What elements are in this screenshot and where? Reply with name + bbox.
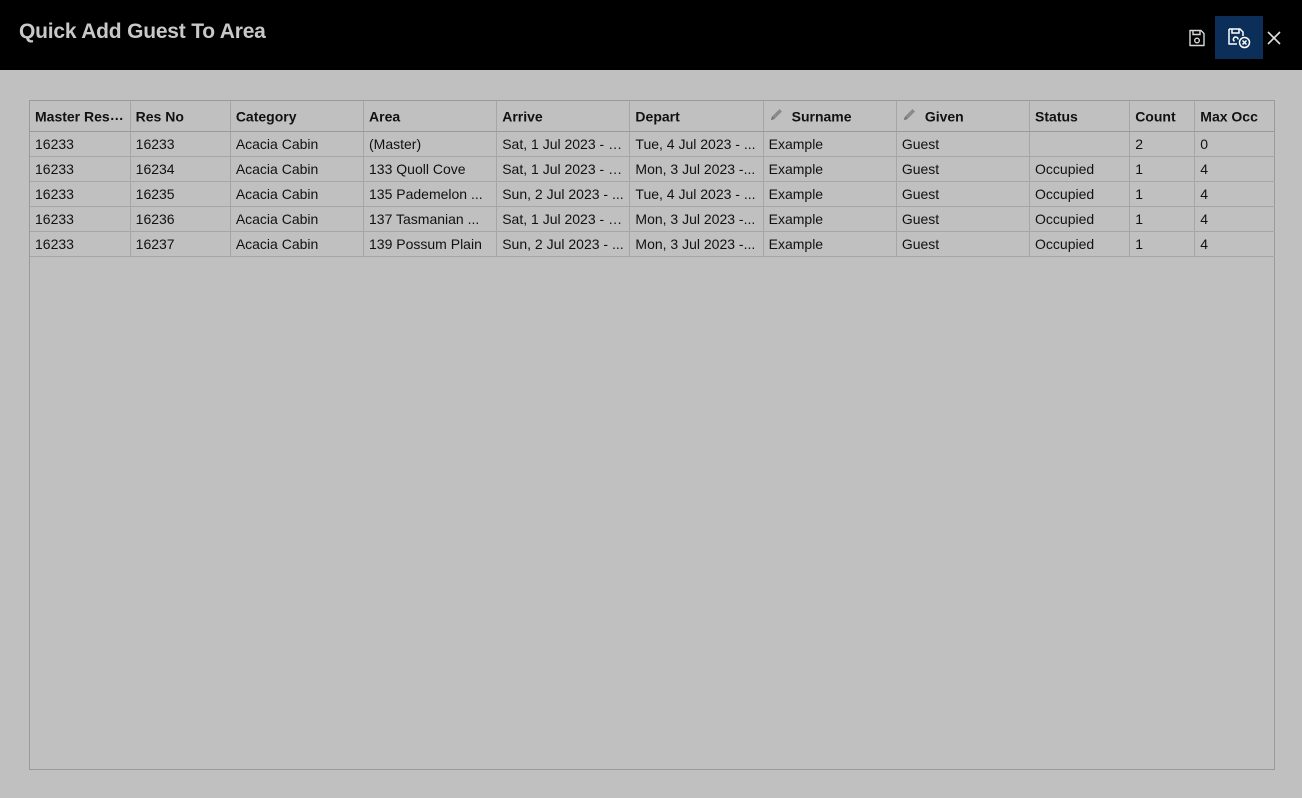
table-cell-surname[interactable]: Example xyxy=(763,131,897,157)
table-header-row: Master Res ... Res No Category Area Arrive De… xyxy=(30,101,1275,132)
table-cell-given[interactable]: Guest xyxy=(896,206,1031,232)
column-header-surname[interactable]: Surname xyxy=(763,101,897,132)
table-cell-master-res: 16233 xyxy=(30,206,131,232)
table-cell-res-no: 16236 xyxy=(130,206,231,232)
column-header-master-res[interactable]: Master Res ... xyxy=(30,101,131,132)
pencil-icon xyxy=(903,109,915,121)
table-cell-res-no: 16234 xyxy=(130,156,231,182)
column-header-res-no[interactable]: Res No xyxy=(130,101,231,132)
table-cell-arrive: Sat, 1 Jul 2023 - 2... xyxy=(496,156,631,182)
table-cell-given[interactable]: Guest xyxy=(896,181,1031,207)
save-button[interactable] xyxy=(1175,16,1219,59)
table-cell-area: (Master) xyxy=(363,131,498,157)
table-row[interactable]: 16233 16237 Acacia Cabin 139 Possum Plain Su… xyxy=(30,231,1275,257)
column-header-depart[interactable]: Depart xyxy=(629,101,764,132)
table-cell-arrive: Sun, 2 Jul 2023 - ... xyxy=(496,181,631,207)
table-cell-surname[interactable]: Example xyxy=(763,181,897,207)
table-cell-status: Occupied xyxy=(1029,156,1131,182)
table-cell-depart: Tue, 4 Jul 2023 - ... xyxy=(629,131,764,157)
table-cell-count: 1 xyxy=(1129,206,1196,232)
table-cell-depart: Mon, 3 Jul 2023 -... xyxy=(629,156,764,182)
table-row[interactable]: 16233 16234 Acacia Cabin 133 Quoll Cove Sat,… xyxy=(30,156,1275,182)
table-cell-master-res: 16233 xyxy=(30,131,131,157)
table-cell-category: Acacia Cabin xyxy=(230,156,365,182)
table-cell-area: 135 Pademelon ... xyxy=(363,181,498,207)
column-header-max-occ[interactable]: Max Occ xyxy=(1194,101,1275,132)
column-header-label: Surname xyxy=(791,108,852,125)
table-cell-max-occ: 0 xyxy=(1194,131,1275,157)
table-cell-master-res: 16233 xyxy=(30,181,131,207)
close-button[interactable] xyxy=(1262,16,1286,59)
column-header-label: Area xyxy=(369,108,401,125)
table-cell-area: 139 Possum Plain xyxy=(363,231,498,257)
table-cell-master-res: 16233 xyxy=(30,156,131,182)
table-cell-count: 1 xyxy=(1129,181,1196,207)
table-cell-max-occ: 4 xyxy=(1194,156,1275,182)
table-cell-area: 137 Tasmanian ... xyxy=(363,206,498,232)
table-cell-res-no: 16237 xyxy=(130,231,231,257)
save-close-icon xyxy=(1228,27,1251,48)
table-cell-arrive: Sun, 2 Jul 2023 - ... xyxy=(496,231,631,257)
table-cell-status xyxy=(1029,131,1131,157)
table-cell-max-occ: 4 xyxy=(1194,181,1275,207)
table-cell-surname[interactable]: Example xyxy=(763,156,897,182)
table-row[interactable]: 16233 16235 Acacia Cabin 135 Pademelon ... S… xyxy=(30,181,1275,207)
table-cell-count: 1 xyxy=(1129,156,1196,182)
table-row[interactable]: 16233 16233 Acacia Cabin (Master) Sat, 1 Jul… xyxy=(30,131,1275,157)
table-cell-surname[interactable]: Example xyxy=(763,231,897,257)
column-header-label: Arrive xyxy=(502,108,543,125)
table-cell-res-no: 16235 xyxy=(130,181,231,207)
save-and-close-button[interactable] xyxy=(1215,16,1263,59)
table-cell-status: Occupied xyxy=(1029,181,1131,207)
column-header-label: Master Res ... xyxy=(35,108,126,125)
column-header-count[interactable]: Count xyxy=(1129,101,1196,132)
guest-area-grid: Master Res ... Res No Category Area Arrive De… xyxy=(29,100,1275,770)
table-cell-category: Acacia Cabin xyxy=(230,206,365,232)
title-bar: Quick Add Guest To Area xyxy=(0,0,1302,70)
save-icon xyxy=(1189,29,1205,46)
column-header-area[interactable]: Area xyxy=(363,101,498,132)
table-cell-category: Acacia Cabin xyxy=(230,231,365,257)
table-cell-given[interactable]: Guest xyxy=(896,231,1031,257)
column-header-label: Depart xyxy=(635,108,680,125)
table-cell-given[interactable]: Guest xyxy=(896,131,1031,157)
table-cell-depart: Mon, 3 Jul 2023 -... xyxy=(629,231,764,257)
column-header-arrive[interactable]: Arrive xyxy=(496,101,631,132)
table-cell-area: 133 Quoll Cove xyxy=(363,156,498,182)
table-cell-category: Acacia Cabin xyxy=(230,131,365,157)
table-cell-arrive: Sat, 1 Jul 2023 - 2... xyxy=(496,206,631,232)
close-icon xyxy=(1267,30,1281,45)
column-header-given[interactable]: Given xyxy=(896,101,1031,132)
column-header-label: Status xyxy=(1035,108,1078,125)
table-cell-given[interactable]: Guest xyxy=(896,156,1031,182)
column-header-status[interactable]: Status xyxy=(1029,101,1131,132)
table-cell-master-res: 16233 xyxy=(30,231,131,257)
guest-table: Master Res ... Res No Category Area Arrive De… xyxy=(30,101,1275,257)
table-cell-count: 2 xyxy=(1129,131,1196,157)
column-header-label: Max Occ xyxy=(1200,108,1258,125)
table-cell-depart: Tue, 4 Jul 2023 - ... xyxy=(629,181,764,207)
table-cell-status: Occupied xyxy=(1029,206,1131,232)
column-header-label: Given xyxy=(924,108,964,125)
column-header-label: Category xyxy=(235,108,297,125)
window-title: Quick Add Guest To Area xyxy=(19,20,266,43)
column-header-category[interactable]: Category xyxy=(230,101,365,132)
column-header-label: Res No xyxy=(135,108,184,125)
column-header-label: Count xyxy=(1135,108,1176,125)
table-cell-res-no: 16233 xyxy=(130,131,231,157)
table-cell-status: Occupied xyxy=(1029,231,1131,257)
table-cell-depart: Mon, 3 Jul 2023 -... xyxy=(629,206,764,232)
table-cell-count: 1 xyxy=(1129,231,1196,257)
table-row[interactable]: 16233 16236 Acacia Cabin 137 Tasmanian ... S… xyxy=(30,206,1275,232)
table-cell-max-occ: 4 xyxy=(1194,206,1275,232)
table-cell-arrive: Sat, 1 Jul 2023 - 2... xyxy=(496,131,631,157)
table-cell-surname[interactable]: Example xyxy=(763,206,897,232)
table-cell-max-occ: 4 xyxy=(1194,231,1275,257)
pencil-icon xyxy=(770,109,782,121)
table-cell-category: Acacia Cabin xyxy=(230,181,365,207)
